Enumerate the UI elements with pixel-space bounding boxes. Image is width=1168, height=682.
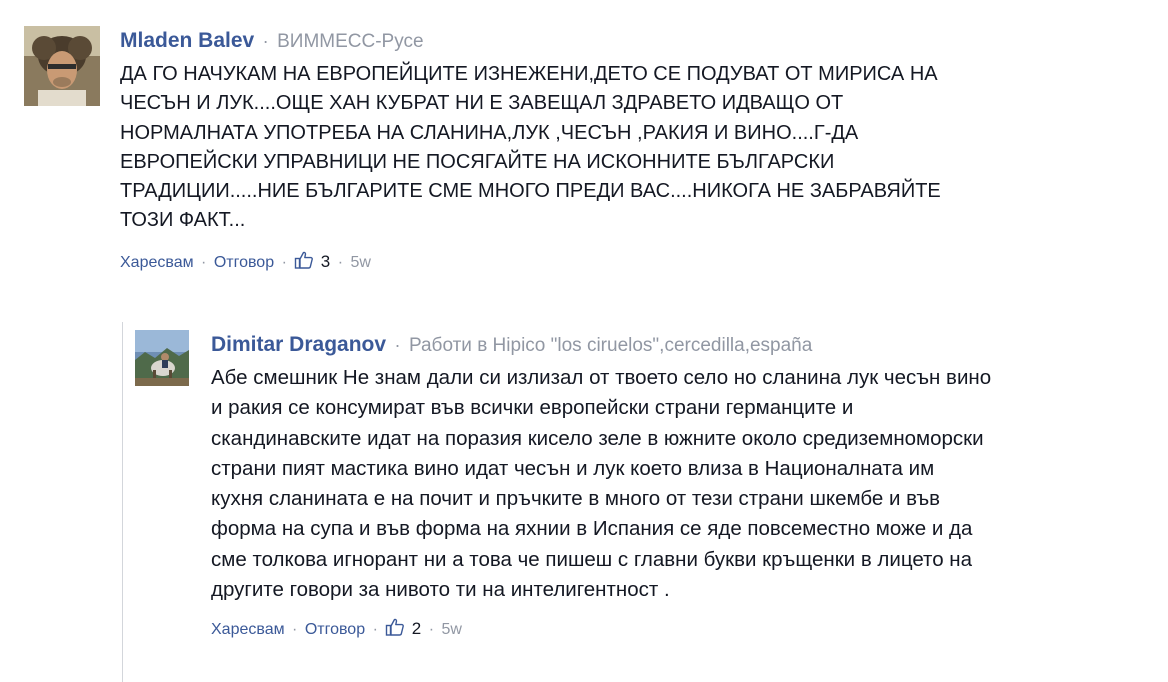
separator: · [372,621,378,639]
comment-actions: Харесвам · Отговор · 3 · 5w [120,250,1154,274]
like-count: 3 [320,251,331,271]
reply-link[interactable]: Отговор [214,254,274,271]
reply-thread: Dimitar Draganov · Работи в Hipico "los … [122,322,1163,682]
reply-link[interactable]: Отговор [305,621,365,638]
separator: · [201,253,207,271]
comment-content: Dimitar Draganov · Работи в Hipico "los … [211,330,1155,641]
separator: · [262,31,269,51]
comment-text: Абе смешник Не знам дали си излизал от т… [211,366,992,602]
avatar[interactable] [24,26,100,106]
comment-header: Mladen Balev · ВИММЕСС-Русе [120,26,1154,56]
separator: · [292,621,298,639]
thumbs-up-icon[interactable] [294,250,314,270]
user-photo-icon [24,26,100,106]
comment-content: Mladen Balev · ВИММЕСС-Русе ДА ГО НАЧУКА… [120,26,1154,274]
comment-text: ДА ГО НАЧУКАМ НА ЕВРОПЕЙЦИТЕ ИЗНЕЖЕНИ,ДЕ… [120,63,941,232]
separator: · [281,253,287,271]
separator: · [428,621,435,639]
timestamp[interactable]: 5w [351,254,371,271]
separator: · [337,253,344,271]
author-affiliation: Работи в Hipico "los ciruelos",cercedill… [408,335,813,356]
like-count: 2 [411,619,422,639]
comment-actions: Харесвам · Отговор · 2 · 5w [211,617,1155,641]
like-link[interactable]: Харесвам [120,254,194,271]
separator: · [394,335,401,355]
author-affiliation: ВИММЕСС-Русе [277,31,424,52]
timestamp[interactable]: 5w [442,621,462,638]
thumbs-up-icon[interactable] [385,617,405,637]
avatar[interactable] [135,330,189,386]
like-link[interactable]: Харесвам [211,621,285,638]
comment-header: Dimitar Draganov · Работи в Hipico "los … [211,330,1155,360]
user-photo-icon [135,330,189,386]
author-name[interactable]: Mladen Balev [120,29,254,52]
author-name[interactable]: Dimitar Draganov [211,333,386,356]
